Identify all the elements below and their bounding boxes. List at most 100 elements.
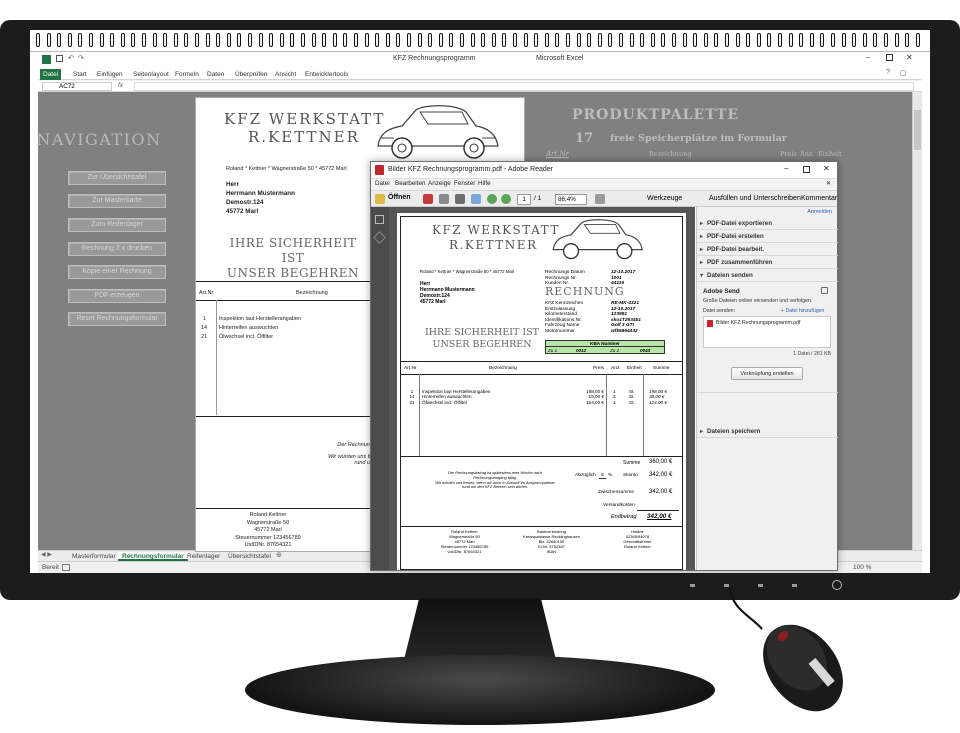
kba-box: KBA Nummer Zu 1 0012 Zu 2 0043 [545, 340, 665, 354]
spiral-ring [534, 33, 539, 47]
sheet-tab-reifenlager[interactable]: Reifenlager [183, 552, 224, 561]
page-up-icon[interactable] [487, 194, 497, 204]
nav-button-masterkarte[interactable]: Zur Masterkarte [68, 194, 166, 208]
sender-line: Roland * Kettner * Wagnerstraße 50 * 457… [226, 166, 347, 172]
footer-line: IBAN [546, 549, 557, 554]
company-name-line1: KFZ WERKSTATT [224, 110, 386, 128]
create-link-button[interactable]: Verknüpfung erstellen [731, 367, 803, 380]
panel-edit-pdf[interactable]: PDF-Datei bearbeit. [697, 244, 838, 256]
panel-create-pdf[interactable]: PDF-Datei erstellen [697, 231, 838, 243]
send-file-list[interactable]: Bilder KFZ Rechnungsprogramm.pdf [703, 316, 831, 348]
fill-sign-button[interactable]: Ausfüllen und Unterschreiben [709, 195, 801, 202]
create-pdf-icon[interactable] [423, 194, 433, 204]
save-icon[interactable] [439, 194, 449, 204]
slogan-line1: IHRE SICHERHEIT IST [425, 327, 539, 338]
tools-button[interactable]: Werkzeuge [647, 195, 682, 202]
add-file-link[interactable]: + Datei hinzufügen [781, 308, 824, 314]
spiral-ring [470, 33, 475, 47]
navigation-title: NAVIGATION [36, 130, 162, 149]
spiral-ring [385, 33, 390, 47]
nav-button-kopie-rechnung[interactable]: Kopie einer Rechnung [68, 265, 166, 279]
attachment-icon[interactable] [373, 231, 386, 244]
menu-bearbeiten[interactable]: Bearbeiten [395, 180, 425, 187]
menu-anzeige[interactable]: Anzeige [428, 180, 451, 187]
ribbon-tab-entwicklertools[interactable]: Entwicklertools [302, 69, 351, 80]
send-files-label: Datei senden: [703, 308, 736, 314]
close-icon[interactable]: ✕ [823, 164, 830, 173]
ribbon-tab-ueberpruefen[interactable]: Überprüfen [232, 69, 271, 80]
save-icon[interactable] [56, 55, 63, 62]
help-icon[interactable]: ? [886, 69, 890, 76]
send-copy-icon[interactable] [821, 287, 828, 294]
excel-title: KFZ Rechnungsprogramm [393, 55, 476, 62]
sheet-tab-rechnungsformular[interactable]: Rechnungsformular [118, 552, 188, 561]
vertical-scrollbar[interactable] [912, 92, 922, 561]
pdf-viewport[interactable]: KFZ WERKSTATT R.KETTNER Roland * Kettner… [389, 207, 695, 570]
macro-record-icon[interactable] [62, 564, 70, 571]
maximize-icon[interactable] [803, 166, 810, 173]
undo-icon[interactable]: ↶ [68, 54, 74, 62]
comment-button[interactable]: Kommentar [801, 195, 837, 202]
pp-col-anz: Anz. [800, 150, 815, 158]
name-box[interactable]: AC72 [42, 82, 112, 91]
zoom-level[interactable]: 100 % [853, 564, 871, 571]
maximize-icon[interactable] [886, 54, 893, 61]
nav-button-uebersichtstafel[interactable]: Zur Übersichtstafel [68, 171, 166, 185]
fit-page-icon[interactable] [595, 194, 605, 204]
page-thumbnails-icon[interactable] [375, 215, 384, 224]
ribbon-tab-start[interactable]: Start [70, 69, 90, 80]
panel-merge-pdf[interactable]: PDF zusammenführen [697, 257, 838, 269]
menu-datei[interactable]: Datei [375, 180, 390, 187]
ribbon-tab-seitenlayout[interactable]: Seitenlayout [130, 69, 172, 80]
fx-icon[interactable]: fx [118, 82, 123, 89]
page-down-icon[interactable] [501, 194, 511, 204]
spiral-ring [576, 33, 581, 47]
open-folder-icon[interactable] [375, 194, 385, 204]
menu-close-icon[interactable]: ✕ [826, 180, 831, 187]
panel-send-files[interactable]: Dateien senden [697, 270, 838, 282]
panel-export-pdf[interactable]: PDF-Datei exportieren [697, 218, 838, 230]
spiral-ring [809, 33, 814, 47]
print-icon[interactable] [455, 194, 465, 204]
monitor-button[interactable] [690, 584, 695, 587]
formula-input[interactable] [134, 82, 914, 91]
abzug-percent[interactable]: 5 [599, 473, 606, 479]
end-value: 342,00 € [647, 513, 672, 520]
ribbon-tab-einfuegen[interactable]: Einfügen [94, 69, 126, 80]
spiral-ring [502, 33, 507, 47]
panel-save-files[interactable]: Dateien speichern [697, 426, 838, 438]
email-icon[interactable] [471, 194, 481, 204]
sheet-col-artnr: Art.Nr [199, 290, 214, 296]
menu-fenster[interactable]: Fenster [454, 180, 475, 187]
nav-button-rechnung-drucken[interactable]: Rechnung 2 x drucken [68, 242, 166, 256]
pdf-footer-col3: Hotline 02365/94078 Geschäftsführer Rola… [605, 529, 670, 549]
zoom-select[interactable]: 86,4% [555, 194, 587, 205]
sheet-tab-masterformular[interactable]: Masterformular [68, 552, 120, 561]
signin-link[interactable]: Anmelden [697, 207, 838, 217]
monitor-button[interactable] [792, 584, 797, 587]
spiral-ring [852, 33, 857, 47]
open-button[interactable]: Öffnen [388, 194, 411, 201]
menu-hilfe[interactable]: Hilfe [478, 180, 491, 187]
spiral-ring [396, 33, 401, 47]
ribbon-tab-ansicht[interactable]: Ansicht [272, 69, 299, 80]
redo-icon[interactable]: ↷ [78, 54, 84, 62]
ribbon-tab-datei[interactable]: Datei [40, 69, 62, 80]
minimize-icon[interactable]: – [866, 53, 870, 62]
ribbon-tab-daten[interactable]: Daten [204, 69, 227, 80]
nav-button-pdf-erzeugen[interactable]: PDF erzeugen [68, 289, 166, 303]
sheet-nav-arrows-icon[interactable]: ◀ ▶ [41, 551, 52, 558]
window-controls-icon[interactable]: ▢ [900, 69, 907, 77]
close-icon[interactable]: ✕ [906, 53, 913, 62]
add-sheet-icon[interactable]: ⊕ [276, 551, 282, 559]
nav-button-reifenlager[interactable]: Zum Reifenlager [68, 218, 166, 232]
page-number-input[interactable]: 1 [517, 194, 531, 205]
ribbon-tab-formeln[interactable]: Formeln [172, 69, 202, 80]
nav-button-reset[interactable]: Reset Rechnungsformular [68, 312, 166, 326]
send-file-name: Bilder KFZ Rechnungsprogramm.pdf [716, 320, 801, 326]
sheet-tab-uebersichtstafel[interactable]: Übersichtstafel [224, 552, 275, 561]
power-icon[interactable] [832, 580, 842, 590]
pdf-col-summe: Summe [653, 366, 670, 371]
scroll-thumb[interactable] [914, 110, 921, 150]
minimize-icon[interactable]: – [784, 164, 788, 173]
